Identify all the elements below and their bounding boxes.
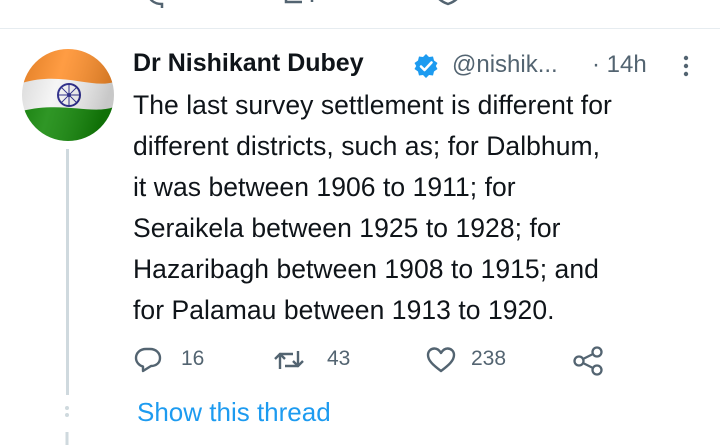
thread-line	[66, 149, 69, 395]
tweet-text-line: different districts, such as; for Dalbhu…	[133, 131, 601, 161]
tweet-timestamp[interactable]: · 14h	[592, 51, 647, 79]
tweet-text-line: it was between 1906 to 1911; for	[133, 172, 516, 202]
share-button[interactable]	[571, 342, 611, 378]
tweet-text-line: Hazaribagh between 1908 to 1915; and	[133, 254, 599, 284]
author-name[interactable]: Dr Nishikant Dubey	[133, 49, 364, 78]
share-icon[interactable]	[578, 0, 618, 10]
tweet-divider	[0, 28, 720, 29]
reply-icon	[134, 347, 162, 373]
avatar[interactable]	[22, 49, 114, 141]
retweet-icon[interactable]	[282, 0, 322, 10]
tweet-text-line: for Palamau between 1913 to 1920.	[133, 295, 555, 325]
tweet-text-line: The last survey settlement is different …	[133, 90, 612, 120]
like-button[interactable]: 238	[425, 342, 535, 378]
tweet-text-line: Seraikela between 1925 to 1928; for	[133, 213, 561, 243]
like-icon	[426, 347, 456, 373]
reply-icon[interactable]	[140, 0, 180, 10]
verified-icon	[414, 54, 438, 78]
retweet-button[interactable]: 43	[273, 342, 373, 378]
like-count: 238	[471, 347, 507, 370]
retweet-count: 43	[327, 347, 351, 370]
tweet-actions: 16 43 238	[133, 342, 633, 378]
share-icon	[573, 346, 603, 376]
show-thread-link[interactable]: Show this thread	[137, 397, 331, 428]
more-icon[interactable]	[682, 54, 690, 78]
author-handle[interactable]: @nishik...	[452, 51, 558, 79]
flag-avatar-image	[22, 49, 114, 141]
tweet-text: The last survey settlement is different …	[133, 85, 713, 331]
like-icon[interactable]	[430, 0, 470, 10]
reply-count: 16	[181, 347, 205, 370]
retweet-icon	[274, 351, 304, 369]
previous-tweet-actions	[0, 0, 720, 28]
reply-button[interactable]: 16	[133, 342, 223, 378]
thread-dots	[65, 406, 69, 445]
